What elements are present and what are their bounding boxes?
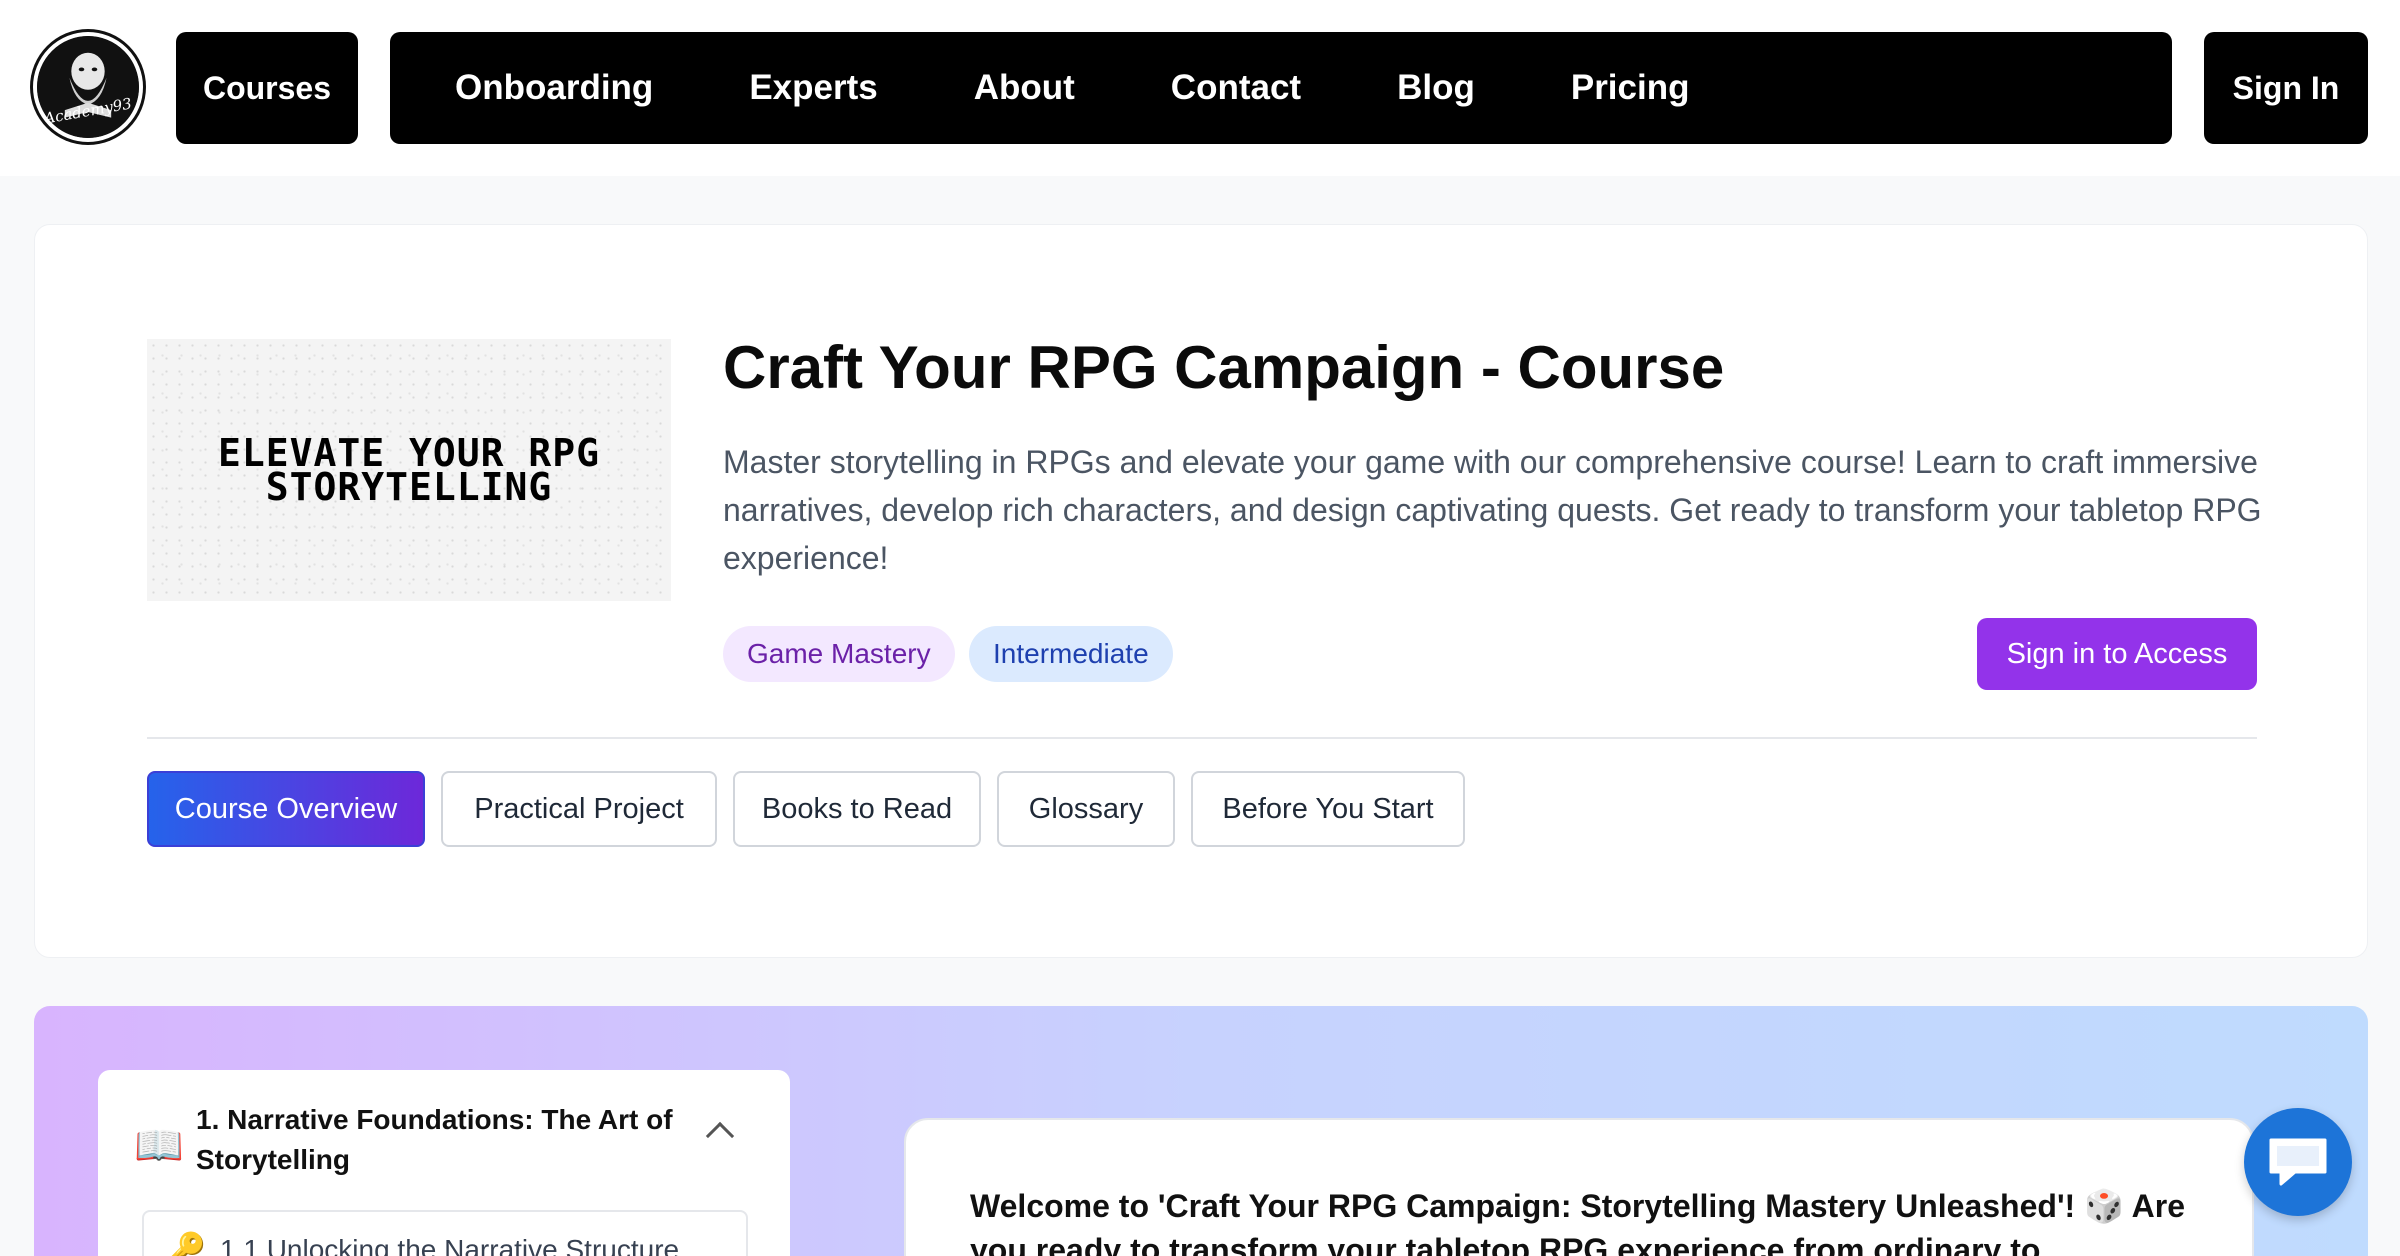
lesson-label: 1.1 Unlocking the Narrative Structure <box>220 1234 680 1256</box>
nav-onboarding[interactable]: Onboarding <box>455 68 653 108</box>
chat-widget-button[interactable] <box>2244 1108 2352 1216</box>
category-tag: Game Mastery <box>723 626 955 682</box>
tab-before-you-start[interactable]: Before You Start <box>1191 771 1465 847</box>
chevron-up-icon[interactable] <box>705 1121 735 1151</box>
site-header: Academy93 Courses Onboarding Experts Abo… <box>0 0 2400 176</box>
courses-nav-box: Courses <box>176 32 358 144</box>
tab-books-to-read[interactable]: Books to Read <box>733 771 981 847</box>
welcome-text: Welcome to 'Craft Your RPG Campaign: Sto… <box>970 1188 2185 1256</box>
module-list-panel: 📖 1. Narrative Foundations: The Art of S… <box>98 1070 790 1256</box>
nav-contact[interactable]: Contact <box>1171 68 1301 108</box>
course-description: Master storytelling in RPGs and elevate … <box>723 444 2262 576</box>
lesson-content-panel: Welcome to 'Craft Your RPG Campaign: Sto… <box>904 1118 2254 1256</box>
course-hero-image: ELEVATE YOUR RPG STORYTELLING <box>147 339 671 601</box>
key-icon: 🔑 <box>166 1231 206 1256</box>
main-nav: Onboarding Experts About Contact Blog Pr… <box>390 32 2172 144</box>
signin-nav-box: Sign In <box>2204 32 2368 144</box>
tab-course-overview[interactable]: Course Overview <box>147 771 425 847</box>
lesson-item[interactable]: 🔑 1.1 Unlocking the Narrative Structure <box>142 1210 748 1256</box>
divider <box>147 737 2257 739</box>
nav-experts[interactable]: Experts <box>749 68 877 108</box>
hero-image-text: ELEVATE YOUR RPG STORYTELLING <box>217 431 601 509</box>
course-card: ELEVATE YOUR RPG STORYTELLING Craft Your… <box>34 224 2368 958</box>
module-title[interactable]: 1. Narrative Foundations: The Art of Sto… <box>196 1100 676 1180</box>
academy-logo[interactable]: Academy93 <box>33 32 143 142</box>
nav-courses[interactable]: Courses <box>203 70 331 107</box>
nav-about[interactable]: About <box>974 68 1075 108</box>
tab-glossary[interactable]: Glossary <box>997 771 1175 847</box>
course-title: Craft Your RPG Campaign - Course <box>723 334 1725 401</box>
sign-in-button[interactable]: Sign In <box>2233 70 2340 107</box>
course-content-section: 📖 1. Narrative Foundations: The Art of S… <box>34 1006 2368 1256</box>
open-book-icon: 📖 <box>134 1124 184 1168</box>
nav-pricing[interactable]: Pricing <box>1571 68 1690 108</box>
nav-blog[interactable]: Blog <box>1397 68 1475 108</box>
sign-in-to-access-button[interactable]: Sign in to Access <box>1977 618 2257 690</box>
chat-bubble-icon <box>2269 1138 2327 1186</box>
level-tag: Intermediate <box>969 626 1173 682</box>
tab-practical-project[interactable]: Practical Project <box>441 771 717 847</box>
